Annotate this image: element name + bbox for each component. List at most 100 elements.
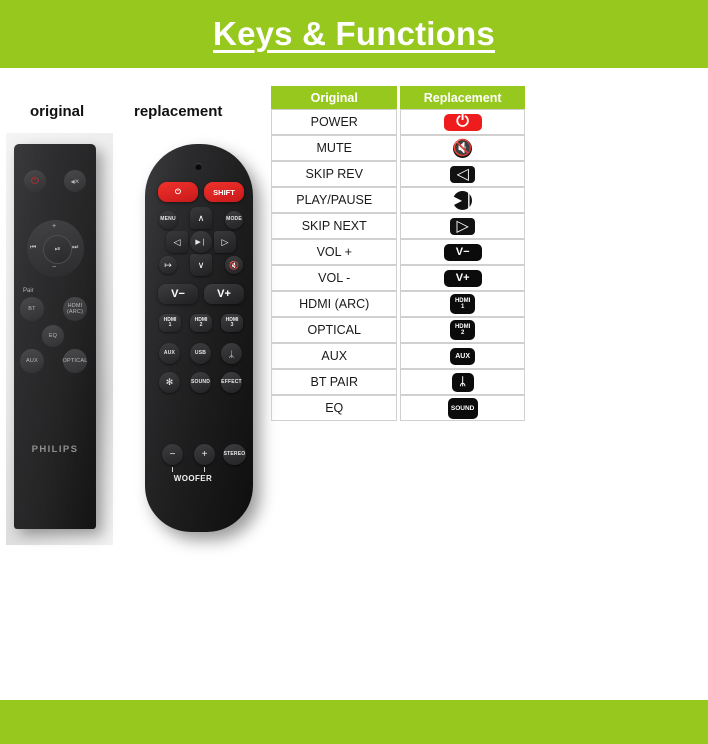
- page-title: Keys & Functions: [213, 15, 495, 52]
- woofer-tick-right: [204, 467, 205, 472]
- original-hdmi-arc-button[interactable]: HDMI (ARC): [63, 297, 87, 321]
- function-name-cell: OPTICAL: [271, 317, 398, 343]
- volume-up-icon: V+: [443, 269, 482, 287]
- skip-rev-icon: ◁: [173, 236, 181, 247]
- power-icon: ⏻: [31, 175, 39, 187]
- bottom-banner: [0, 700, 708, 744]
- table-row: EQ SOUND: [271, 395, 525, 421]
- function-name-cell: EQ: [271, 395, 398, 421]
- original-bt-button[interactable]: BT: [20, 297, 44, 321]
- philips-brand-label: PHILIPS: [31, 444, 79, 455]
- original-vol-up-button[interactable]: +: [52, 223, 56, 230]
- original-play-pause-button[interactable]: ⏯: [43, 235, 72, 264]
- original-remote-body: ⏻ ◂× + − ⏮ ⏭ ⏯ Pair BT HDMI (ARC) EQ AUX…: [14, 144, 96, 529]
- column-header-replacement: Replacement: [400, 86, 525, 109]
- mute-icon: 🔇: [229, 260, 239, 270]
- function-name-cell: SKIP NEXT: [271, 213, 398, 239]
- replacement-woofer-down-button[interactable]: −: [162, 444, 183, 465]
- replacement-hdmi-1-button[interactable]: HDMI 1: [159, 314, 181, 332]
- original-mute-button[interactable]: ◂×: [64, 170, 86, 192]
- original-remote-photo: ⏻ ◂× + − ⏮ ⏭ ⏯ Pair BT HDMI (ARC) EQ AUX…: [6, 133, 113, 545]
- table-row: HDMI (ARC) HDMI 1: [271, 291, 525, 317]
- original-aux-button[interactable]: AUX: [20, 349, 44, 373]
- replacement-vol-up-button[interactable]: V+: [204, 284, 244, 304]
- aux-icon: AUX: [450, 347, 476, 365]
- replacement-key-cell: ᛦ: [400, 369, 525, 395]
- table-row: VOL + V−: [271, 239, 525, 265]
- replacement-usb-button[interactable]: USB: [190, 343, 211, 364]
- mute-icon: ◂×: [70, 176, 80, 186]
- replacement-key-cell: V−: [400, 239, 525, 265]
- table-row: AUX AUX: [271, 343, 525, 369]
- replacement-hdmi-3-button[interactable]: HDMI 3: [221, 314, 243, 332]
- original-pair-label: Pair: [23, 288, 34, 294]
- replacement-key-cell: AUX: [400, 343, 525, 369]
- original-skip-next-button[interactable]: ⏭: [72, 244, 78, 252]
- play-pause-icon: ▶❘: [449, 190, 476, 210]
- replacement-hdmi-2-button[interactable]: HDMI 2: [190, 314, 212, 332]
- replacement-up-button[interactable]: ∧: [190, 207, 212, 229]
- power-icon: ⏻: [443, 113, 482, 131]
- replacement-power-button[interactable]: ⏻: [158, 182, 198, 202]
- original-optical-button[interactable]: OPTICAL: [63, 349, 87, 373]
- replacement-woofer-up-button[interactable]: +: [194, 444, 215, 465]
- replacement-light-button[interactable]: ✻: [159, 372, 180, 393]
- replacement-key-cell: ▶❘: [400, 187, 525, 213]
- replacement-remote-photo: ⏻ SHIFT MENU MODE ∧ ∨ ◁ ▷ ▶❘ ↦ �: [138, 140, 264, 535]
- replacement-key-cell: HDMI 2: [400, 317, 525, 343]
- replacement-sound-button[interactable]: SOUND: [190, 372, 211, 393]
- table-header: Original Replacement: [271, 86, 525, 109]
- hdmi-1-icon: HDMI 1: [450, 294, 476, 314]
- volume-down-icon: V−: [443, 243, 482, 261]
- skip-rev-icon: ◁: [450, 165, 476, 183]
- replacement-bluetooth-button[interactable]: ᛦ: [221, 343, 242, 364]
- key-mapping-table: Original Replacement POWER ⏻ MUTE 🔇 SKIP REV…: [271, 86, 525, 421]
- function-name-cell: HDMI (ARC): [271, 291, 398, 317]
- original-skip-rev-button[interactable]: ⏮: [30, 244, 36, 252]
- column-header-original: Original: [271, 86, 398, 109]
- original-eq-button[interactable]: EQ: [42, 325, 64, 347]
- table-row: SKIP NEXT ▷: [271, 213, 525, 239]
- replacement-key-cell: ▷: [400, 213, 525, 239]
- replacement-play-pause-button[interactable]: ▶❘: [190, 231, 212, 253]
- replacement-key-cell: HDMI 1: [400, 291, 525, 317]
- table-row: VOL - V+: [271, 265, 525, 291]
- function-name-cell: VOL -: [271, 265, 398, 291]
- function-name-cell: BT PAIR: [271, 369, 398, 395]
- function-name-cell: AUX: [271, 343, 398, 369]
- replacement-mute-button[interactable]: 🔇: [225, 256, 243, 274]
- replacement-skip-rev-button[interactable]: ◁: [166, 231, 188, 253]
- function-name-cell: SKIP REV: [271, 161, 398, 187]
- replacement-shift-button[interactable]: SHIFT: [204, 182, 244, 202]
- table-row: BT PAIR ᛦ: [271, 369, 525, 395]
- caption-original: original: [30, 103, 85, 120]
- replacement-aux-button[interactable]: AUX: [159, 343, 180, 364]
- bluetooth-icon: ᛦ: [228, 348, 235, 359]
- replacement-stereo-button[interactable]: STEREO: [223, 444, 246, 465]
- mute-icon: 🔇: [452, 138, 473, 158]
- table-row: OPTICAL HDMI 2: [271, 317, 525, 343]
- replacement-key-cell: V+: [400, 265, 525, 291]
- function-name-cell: PLAY/PAUSE: [271, 187, 398, 213]
- skip-next-icon: ▷: [221, 236, 229, 247]
- replacement-key-cell: SOUND: [400, 395, 525, 421]
- table-body: POWER ⏻ MUTE 🔇 SKIP REV ◁ PLAY/PAUSE ▶❘ SKIP NEX…: [271, 109, 525, 421]
- ir-led-icon: [195, 163, 202, 170]
- input-icon: ↦: [164, 259, 172, 270]
- replacement-effect-button[interactable]: EFFECT: [221, 372, 242, 393]
- function-name-cell: VOL +: [271, 239, 398, 265]
- table-row: PLAY/PAUSE ▶❘: [271, 187, 525, 213]
- replacement-skip-next-button[interactable]: ▷: [214, 231, 236, 253]
- original-power-button[interactable]: ⏻: [24, 170, 46, 192]
- replacement-key-cell: 🔇: [400, 135, 525, 161]
- replacement-mode-button[interactable]: MODE: [225, 211, 243, 229]
- replacement-input-button[interactable]: ↦: [159, 256, 177, 274]
- original-vol-down-button[interactable]: −: [52, 264, 56, 271]
- original-navigation-ring[interactable]: + − ⏮ ⏭ ⏯: [27, 220, 84, 277]
- sound-icon: SOUND: [447, 397, 478, 419]
- woofer-tick-left: [172, 467, 173, 472]
- replacement-down-button[interactable]: ∨: [190, 254, 212, 276]
- replacement-vol-down-button[interactable]: V−: [158, 284, 198, 304]
- replacement-menu-button[interactable]: MENU: [159, 211, 177, 229]
- replacement-key-cell: ⏻: [400, 109, 525, 135]
